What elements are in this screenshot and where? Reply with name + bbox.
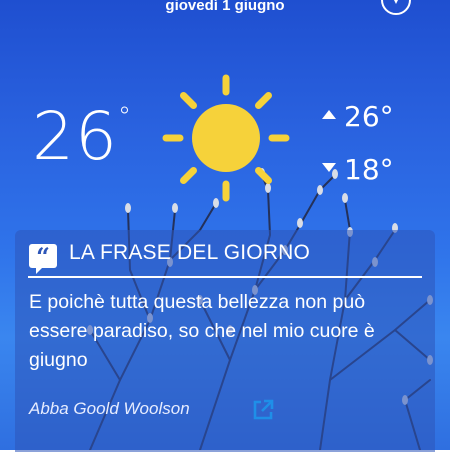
quote-of-the-day-card: “ LA FRASE DEL GIORNO E poichè tutta que… [15,230,435,452]
sun-icon [162,74,290,202]
current-temperature-unit: ° [118,102,132,132]
arrow-up-icon [322,109,336,119]
card-title: LA FRASE DEL GIORNO [69,241,311,264]
current-temperature-value: 26 [32,98,118,175]
quote-text: E poichè tutta questa bellezza non può e… [29,291,375,371]
max-temperature: 26° [322,103,394,131]
current-temperature: 26 ° [32,104,131,170]
min-temperature: 18° [322,156,394,184]
quote-icon: “ [29,242,57,274]
max-temperature-value: 26° [344,100,394,133]
quote-author: Abba Goold Woolson [29,399,190,418]
card-divider [28,276,422,278]
quote-symbol: “ [36,242,50,271]
min-temperature-value: 18° [344,153,394,186]
arrow-down-icon [322,162,336,172]
location-pin-icon[interactable] [380,0,412,16]
external-link-icon[interactable] [251,398,275,422]
